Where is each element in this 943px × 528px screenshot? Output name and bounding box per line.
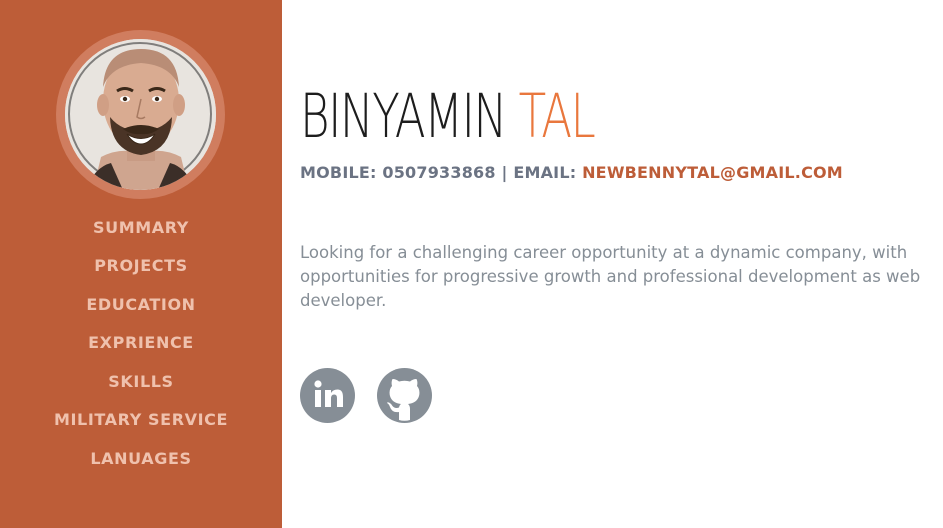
nav-link-education[interactable]: EDUCATION: [86, 295, 195, 314]
nav-link-projects[interactable]: PROJECTS: [94, 256, 188, 275]
summary-text: Looking for a challenging career opportu…: [300, 243, 921, 310]
nav-item-languages: LANUAGES: [0, 439, 282, 478]
sidebar-nav: SUMMARY PROJECTS EDUCATION EXPRIENCE SKI…: [0, 208, 282, 478]
contact-line: MOBILE: 0507933868 | EMAIL: NEWBENNYTAL@…: [300, 163, 843, 182]
nav-link-summary[interactable]: SUMMARY: [93, 218, 189, 237]
nav-link-experience[interactable]: EXPRIENCE: [88, 333, 194, 352]
mobile-label: MOBILE:: [300, 163, 377, 182]
first-name: BINYAMIN: [300, 81, 507, 152]
nav-link-military-service[interactable]: MILITARY SERVICE: [54, 410, 228, 429]
avatar-frame: [56, 30, 225, 199]
nav-item-skills: SKILLS: [0, 362, 282, 401]
page-title: BINYAMIN TAL: [300, 80, 596, 154]
profile-photo: [65, 39, 216, 190]
nav-item-education: EDUCATION: [0, 285, 282, 324]
main-content: BINYAMIN TAL MOBILE: 0507933868 | EMAIL:…: [300, 0, 930, 528]
github-button[interactable]: [377, 368, 432, 423]
nav-item-summary: SUMMARY: [0, 208, 282, 247]
sidebar: SUMMARY PROJECTS EDUCATION EXPRIENCE SKI…: [0, 0, 282, 528]
nav-link-languages[interactable]: LANUAGES: [90, 449, 191, 468]
nav-item-military-service: MILITARY SERVICE: [0, 401, 282, 440]
nav-item-projects: PROJECTS: [0, 247, 282, 286]
nav-link-skills[interactable]: SKILLS: [108, 372, 173, 391]
email-label: EMAIL:: [513, 163, 577, 182]
email-link[interactable]: NEWBENNYTAL@GMAIL.COM: [582, 163, 843, 182]
social-links: [300, 368, 432, 423]
contact-separator: |: [501, 163, 508, 182]
github-icon: [387, 379, 420, 421]
linkedin-button[interactable]: [300, 368, 355, 423]
last-name: TAL: [518, 81, 596, 152]
avatar: [65, 39, 216, 190]
nav-item-experience: EXPRIENCE: [0, 324, 282, 363]
linkedin-icon: [314, 380, 343, 407]
mobile-number: 0507933868: [382, 163, 496, 182]
